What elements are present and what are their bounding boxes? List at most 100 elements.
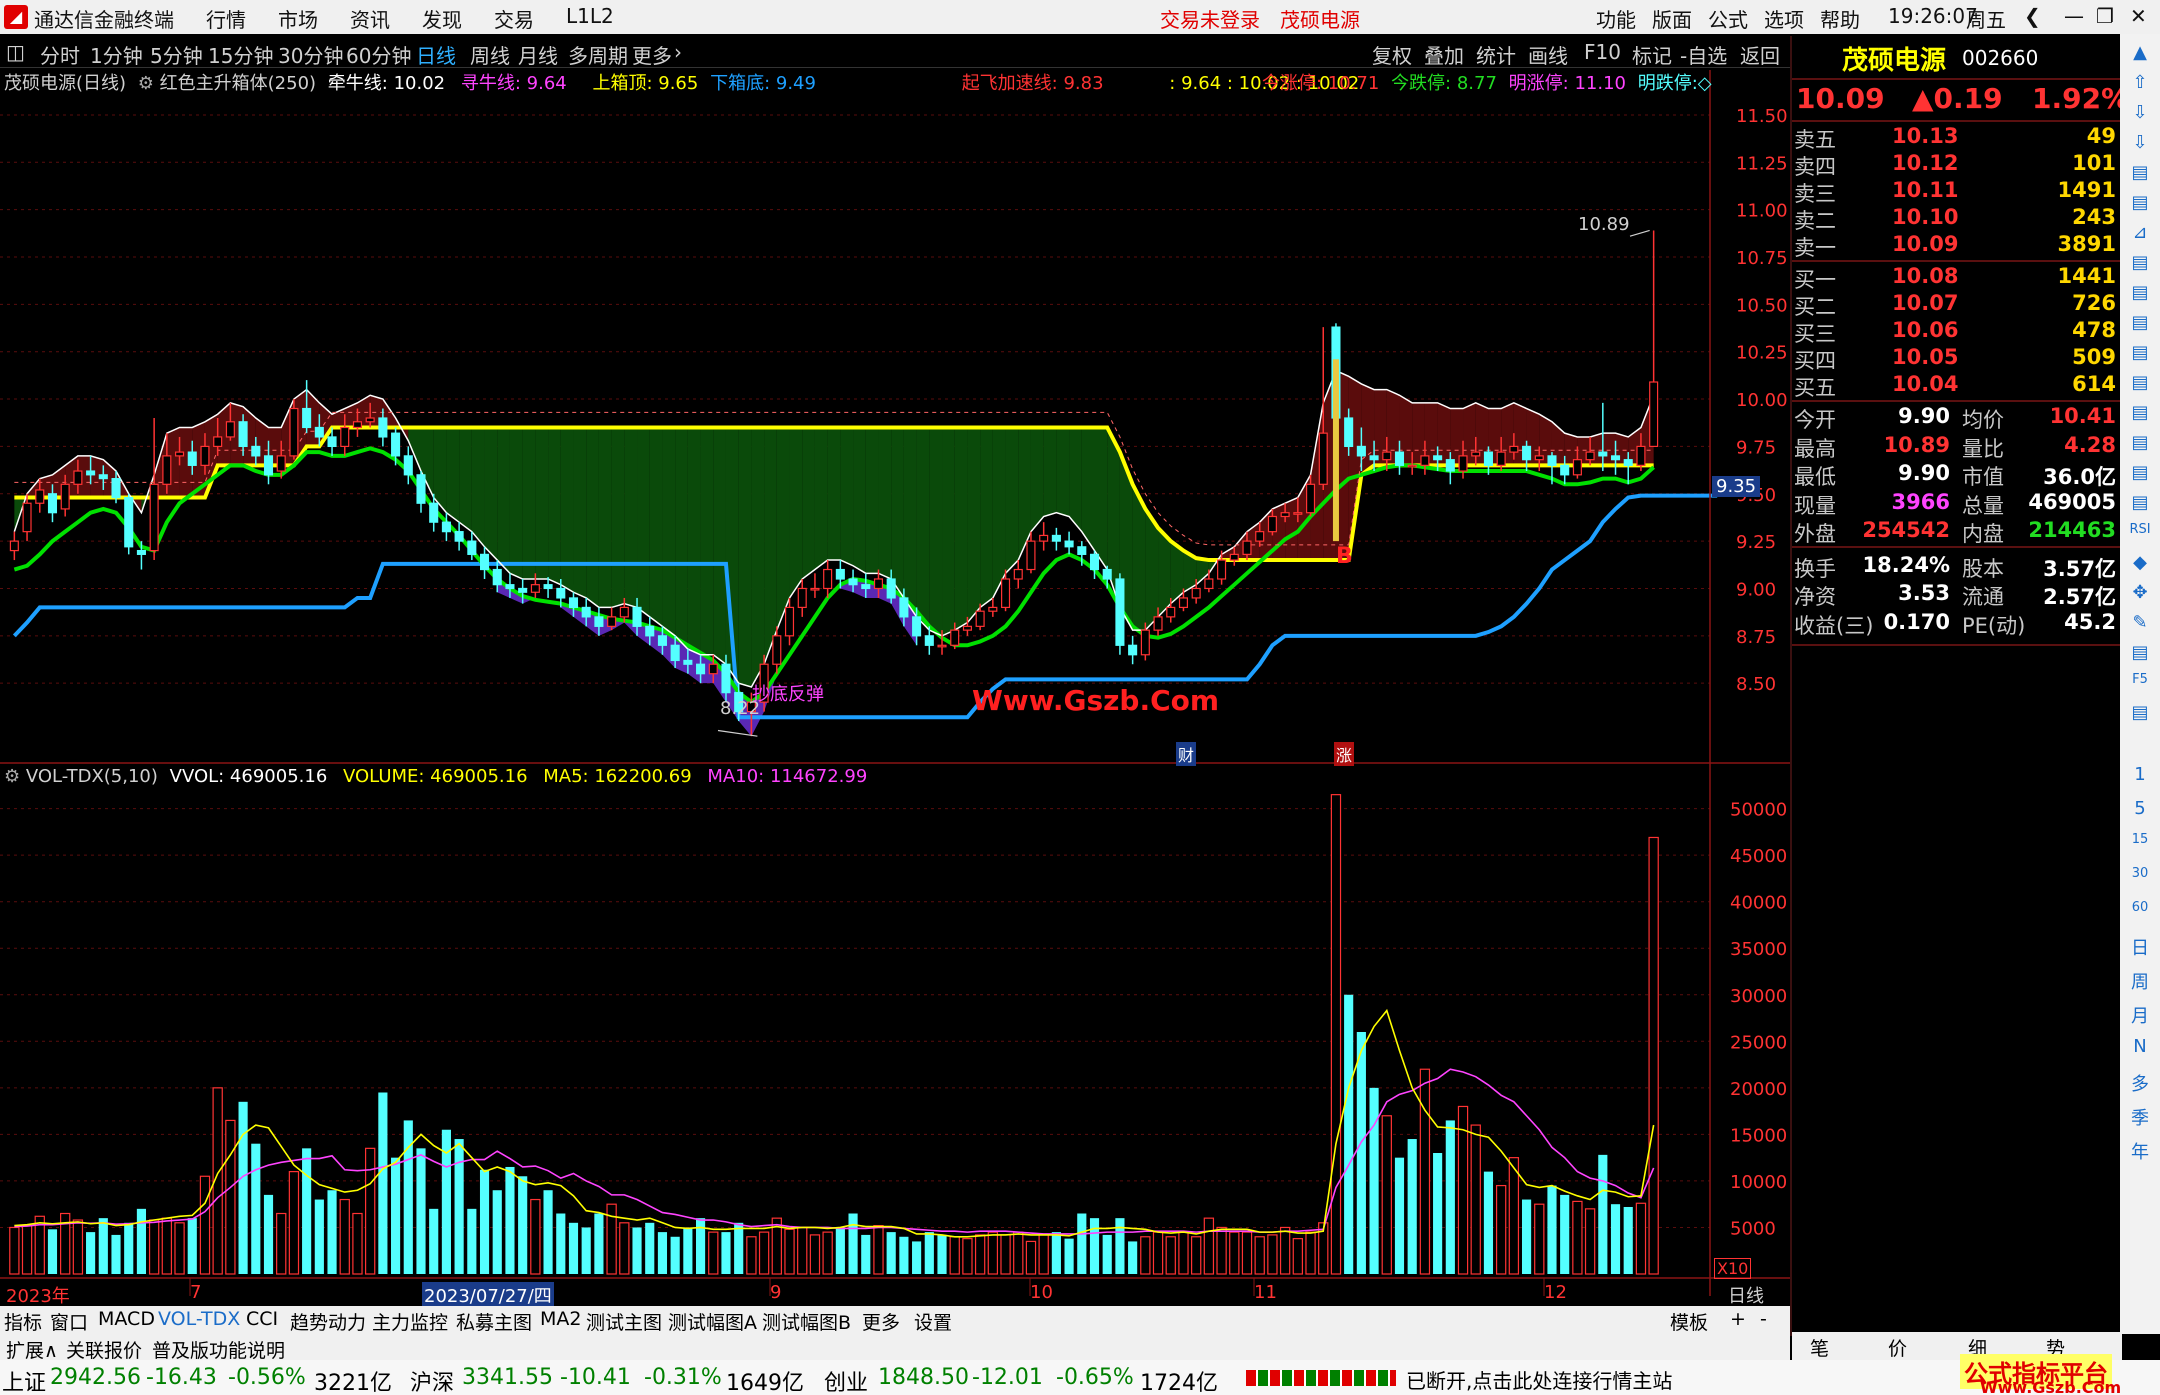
ask-row[interactable]: 卖二 10.10 243 (1792, 205, 2122, 233)
side-icon-3[interactable]: ⇩ (2128, 132, 2152, 156)
period-month[interactable]: 月线 (518, 40, 558, 69)
tab-12[interactable]: 更多 (862, 1308, 900, 1335)
side-icon-29[interactable]: 周 (2128, 968, 2152, 993)
tab-right-0[interactable]: 模板 (1670, 1308, 1708, 1335)
cy-name[interactable]: 创业 (824, 1365, 868, 1395)
period-60min[interactable]: 60分钟 (346, 40, 411, 69)
btn-biaoji[interactable]: 标记 (1632, 40, 1672, 69)
sh-name[interactable]: 上证 (2, 1365, 46, 1395)
btn-diejia[interactable]: 叠加 (1424, 40, 1464, 69)
side-icon-30[interactable]: 月 (2128, 1002, 2152, 1027)
side-icon-13[interactable]: ▤ (2128, 432, 2152, 456)
side-icon-31[interactable]: N (2128, 1036, 2152, 1060)
side-icon-24[interactable]: 5 (2128, 798, 2152, 822)
side-icon-22[interactable]: ▤ (2128, 702, 2152, 726)
period-30min[interactable]: 30分钟 (278, 40, 343, 69)
btn-fuquan[interactable]: 复权 (1372, 40, 1412, 69)
bid-row[interactable]: 买一 10.08 1441 (1792, 264, 2122, 292)
btn-huaxian[interactable]: 画线 (1528, 40, 1568, 69)
btn-zixuan[interactable]: -自选 (1680, 40, 1727, 69)
zhang-marker[interactable]: 涨 (1334, 742, 1355, 766)
cai-marker[interactable]: 财 (1176, 742, 1197, 766)
side-icon-4[interactable]: ▤ (2128, 162, 2152, 186)
side-icon-16[interactable]: RSI (2128, 522, 2152, 546)
btn-tongji[interactable]: 统计 (1476, 40, 1516, 69)
menu-bangzhu[interactable]: 帮助 (1820, 4, 1860, 33)
tab-6[interactable]: 主力监控 (372, 1308, 448, 1335)
side-icon-12[interactable]: ▤ (2128, 402, 2152, 426)
tab-4[interactable]: CCI (246, 1308, 278, 1330)
connection-status[interactable]: 已断开,点击此处连接行情主站 (1406, 1365, 1672, 1394)
restore-icon[interactable]: ❐ (2096, 4, 2114, 28)
tick-tab-jia[interactable]: 价 (1888, 1334, 1907, 1361)
menu-gongneng[interactable]: 功能 (1596, 4, 1636, 33)
tab-0[interactable]: 指标 (4, 1308, 42, 1335)
side-icon-17[interactable]: ◆ (2128, 552, 2152, 576)
period-day[interactable]: 日线 (416, 40, 456, 69)
chevron-right-icon[interactable]: › (674, 40, 682, 64)
legend-settings-icon[interactable]: ⚙ (138, 73, 154, 94)
tab-3[interactable]: VOL-TDX (158, 1308, 240, 1330)
tab-5[interactable]: 趋势动力 (290, 1308, 366, 1335)
menu-faxian[interactable]: 发现 (422, 4, 462, 33)
side-icon-21[interactable]: F5 (2128, 672, 2152, 696)
ask-row[interactable]: 卖四 10.12 101 (1792, 151, 2122, 179)
close-icon[interactable]: ✕ (2130, 4, 2147, 28)
bid-row[interactable]: 买二 10.07 726 (1792, 291, 2122, 319)
side-icon-20[interactable]: ▤ (2128, 642, 2152, 666)
hs-name[interactable]: 沪深 (410, 1365, 454, 1395)
tab-right-1[interactable]: + (1730, 1308, 1746, 1330)
tick-tab-bi[interactable]: 笔 (1810, 1334, 1829, 1361)
tab-7[interactable]: 私募主图 (456, 1308, 532, 1335)
side-icon-7[interactable]: ▤ (2128, 252, 2152, 276)
menu-l1l2[interactable]: L1L2 (566, 4, 614, 28)
tab-expand[interactable]: 扩展∧ (6, 1336, 58, 1363)
menu-zixun[interactable]: 资讯 (350, 4, 390, 33)
side-icon-14[interactable]: ▤ (2128, 462, 2152, 486)
period-fenshi[interactable]: 分时 (40, 40, 80, 69)
side-icon-27[interactable]: 60 (2128, 900, 2152, 924)
btn-fanhui[interactable]: 返回 (1740, 40, 1780, 69)
side-icon-33[interactable]: 季 (2128, 1104, 2152, 1129)
bid-row[interactable]: 买三 10.06 478 (1792, 318, 2122, 346)
side-icon-5[interactable]: ▤ (2128, 192, 2152, 216)
tab-8[interactable]: MA2 (540, 1308, 581, 1330)
menu-gongshi[interactable]: 公式 (1708, 4, 1748, 33)
side-icon-8[interactable]: ▤ (2128, 282, 2152, 306)
ask-row[interactable]: 卖一 10.09 3891 (1792, 232, 2122, 260)
tab-1[interactable]: 窗口 (50, 1308, 88, 1335)
bid-row[interactable]: 买四 10.05 509 (1792, 345, 2122, 373)
side-icon-26[interactable]: 30 (2128, 866, 2152, 890)
side-icon-11[interactable]: ▤ (2128, 372, 2152, 396)
period-multi[interactable]: 多周期 (568, 40, 628, 69)
tab-9[interactable]: 测试主图 (586, 1308, 662, 1335)
tab-11[interactable]: 测试幅图B (762, 1308, 851, 1335)
side-icon-15[interactable]: ▤ (2128, 492, 2152, 516)
minimize-icon[interactable]: — (2064, 4, 2084, 28)
menu-hangqing[interactable]: 行情 (206, 4, 246, 33)
back-arrow-icon[interactable]: ❮ (2024, 4, 2041, 28)
bid-row[interactable]: 买五 10.04 614 (1792, 372, 2122, 400)
period-5min[interactable]: 5分钟 (150, 40, 203, 69)
side-icon-32[interactable]: 多 (2128, 1070, 2152, 1095)
window-toggle-icon[interactable]: ◫ (6, 40, 25, 64)
chart-area[interactable]: 8.508.759.009.259.509.7510.0010.2510.501… (0, 70, 1790, 1306)
btn-f10[interactable]: F10 (1584, 40, 1621, 64)
side-icon-28[interactable]: 日 (2128, 934, 2152, 959)
menu-shichang[interactable]: 市场 (278, 4, 318, 33)
side-icon-25[interactable]: 15 (2128, 832, 2152, 856)
vol-name[interactable]: VOL-TDX(5,10) (26, 766, 158, 787)
side-icon-34[interactable]: 年 (2128, 1138, 2152, 1163)
legend-indicator[interactable]: 红色主升箱体(250) (160, 73, 316, 94)
menu-xuanxiang[interactable]: 选项 (1764, 4, 1804, 33)
period-1min[interactable]: 1分钟 (90, 40, 143, 69)
ask-row[interactable]: 卖五 10.13 49 (1792, 124, 2122, 152)
menu-jiaoyi[interactable]: 交易 (494, 4, 534, 33)
side-icon-19[interactable]: ✎ (2128, 612, 2152, 636)
side-icon-9[interactable]: ▤ (2128, 312, 2152, 336)
period-more[interactable]: 更多 (632, 40, 672, 69)
side-icon-6[interactable]: ⊿ (2128, 222, 2152, 246)
period-15min[interactable]: 15分钟 (208, 40, 273, 69)
side-icon-1[interactable]: ⇧ (2128, 72, 2152, 96)
period-week[interactable]: 周线 (470, 40, 510, 69)
